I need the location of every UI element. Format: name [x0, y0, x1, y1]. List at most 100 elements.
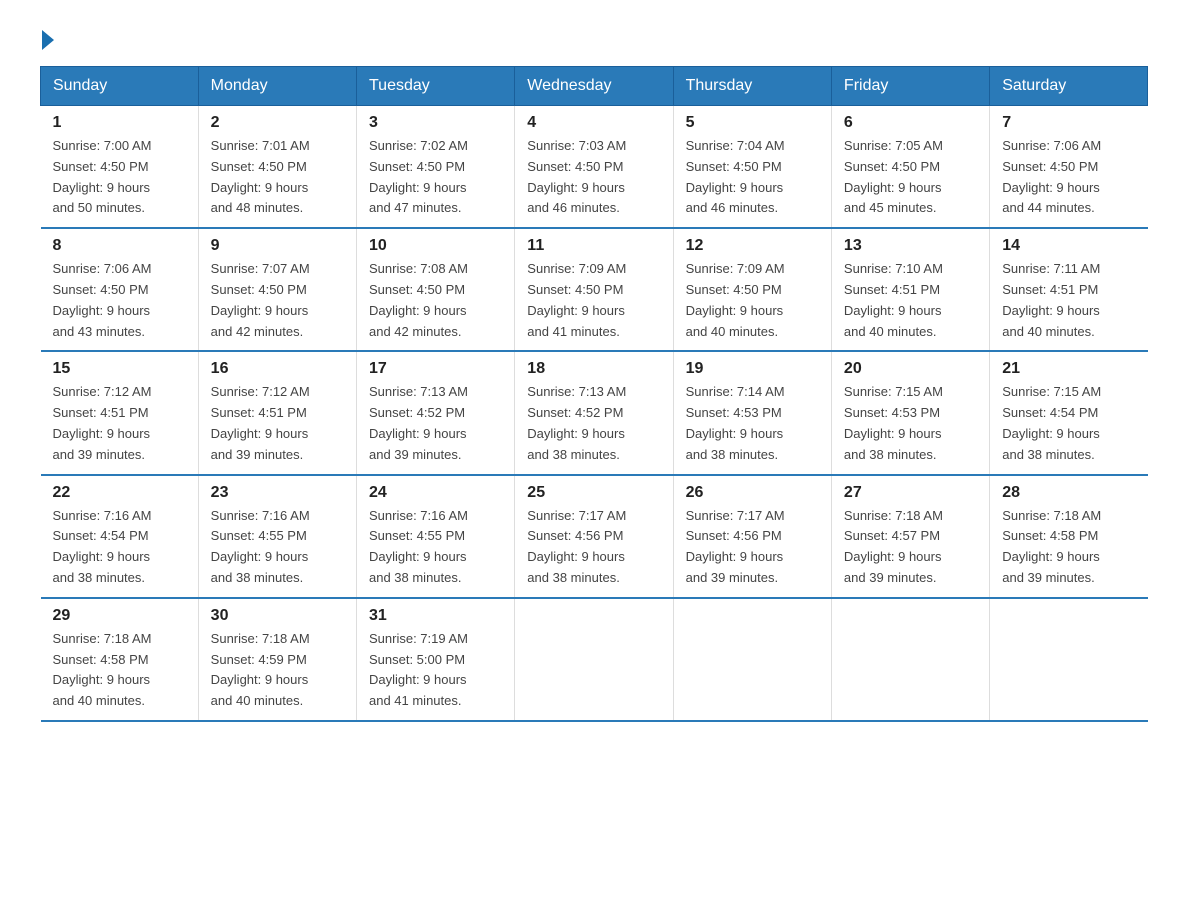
day-number: 19	[686, 360, 819, 378]
day-info: Sunrise: 7:06 AMSunset: 4:50 PMDaylight:…	[1002, 136, 1135, 219]
day-cell: 31 Sunrise: 7:19 AMSunset: 5:00 PMDayligh…	[356, 598, 514, 721]
day-cell: 3 Sunrise: 7:02 AMSunset: 4:50 PMDaylight…	[356, 106, 514, 229]
day-number: 30	[211, 607, 344, 625]
day-info: Sunrise: 7:06 AMSunset: 4:50 PMDaylight:…	[53, 259, 186, 342]
day-number: 17	[369, 360, 502, 378]
header-cell-wednesday: Wednesday	[515, 67, 673, 106]
day-number: 22	[53, 484, 186, 502]
day-number: 28	[1002, 484, 1135, 502]
day-number: 8	[53, 237, 186, 255]
day-number: 29	[53, 607, 186, 625]
day-cell: 22 Sunrise: 7:16 AMSunset: 4:54 PMDayligh…	[41, 475, 199, 598]
day-info: Sunrise: 7:18 AMSunset: 4:57 PMDaylight:…	[844, 506, 977, 589]
day-number: 7	[1002, 114, 1135, 132]
day-cell: 25 Sunrise: 7:17 AMSunset: 4:56 PMDayligh…	[515, 475, 673, 598]
day-cell: 1Sunrise: 7:00 AMSunset: 4:50 PMDaylight…	[41, 106, 199, 229]
header-cell-friday: Friday	[831, 67, 989, 106]
day-cell: 2 Sunrise: 7:01 AMSunset: 4:50 PMDaylight…	[198, 106, 356, 229]
week-row-2: 8 Sunrise: 7:06 AMSunset: 4:50 PMDaylight…	[41, 228, 1148, 351]
day-number: 2	[211, 114, 344, 132]
day-number: 4	[527, 114, 660, 132]
day-info: Sunrise: 7:03 AMSunset: 4:50 PMDaylight:…	[527, 136, 660, 219]
week-row-5: 29 Sunrise: 7:18 AMSunset: 4:58 PMDayligh…	[41, 598, 1148, 721]
day-cell: 10 Sunrise: 7:08 AMSunset: 4:50 PMDayligh…	[356, 228, 514, 351]
logo-triangle-icon	[42, 30, 54, 50]
day-cell: 26Sunrise: 7:17 AMSunset: 4:56 PMDayligh…	[673, 475, 831, 598]
day-info: Sunrise: 7:13 AMSunset: 4:52 PMDaylight:…	[527, 382, 660, 465]
day-info: Sunrise: 7:16 AMSunset: 4:55 PMDaylight:…	[369, 506, 502, 589]
day-number: 21	[1002, 360, 1135, 378]
calendar-header: SundayMondayTuesdayWednesdayThursdayFrid…	[41, 67, 1148, 106]
day-cell: 12 Sunrise: 7:09 AMSunset: 4:50 PMDayligh…	[673, 228, 831, 351]
day-number: 27	[844, 484, 977, 502]
day-info: Sunrise: 7:17 AMSunset: 4:56 PMDaylight:…	[527, 506, 660, 589]
day-info: Sunrise: 7:05 AMSunset: 4:50 PMDaylight:…	[844, 136, 977, 219]
day-info: Sunrise: 7:10 AMSunset: 4:51 PMDaylight:…	[844, 259, 977, 342]
day-cell: 14 Sunrise: 7:11 AMSunset: 4:51 PMDayligh…	[990, 228, 1148, 351]
day-number: 13	[844, 237, 977, 255]
week-row-4: 22 Sunrise: 7:16 AMSunset: 4:54 PMDayligh…	[41, 475, 1148, 598]
day-cell: 8 Sunrise: 7:06 AMSunset: 4:50 PMDaylight…	[41, 228, 199, 351]
day-cell: 16Sunrise: 7:12 AMSunset: 4:51 PMDayligh…	[198, 351, 356, 474]
day-number: 15	[53, 360, 186, 378]
day-number: 31	[369, 607, 502, 625]
day-info: Sunrise: 7:16 AMSunset: 4:55 PMDaylight:…	[211, 506, 344, 589]
day-info: Sunrise: 7:09 AMSunset: 4:50 PMDaylight:…	[527, 259, 660, 342]
day-info: Sunrise: 7:19 AMSunset: 5:00 PMDaylight:…	[369, 629, 502, 712]
day-number: 18	[527, 360, 660, 378]
day-cell: 19 Sunrise: 7:14 AMSunset: 4:53 PMDayligh…	[673, 351, 831, 474]
day-cell: 18 Sunrise: 7:13 AMSunset: 4:52 PMDayligh…	[515, 351, 673, 474]
day-info: Sunrise: 7:09 AMSunset: 4:50 PMDaylight:…	[686, 259, 819, 342]
logo-text	[40, 30, 56, 50]
day-cell: 7 Sunrise: 7:06 AMSunset: 4:50 PMDaylight…	[990, 106, 1148, 229]
day-number: 5	[686, 114, 819, 132]
day-info: Sunrise: 7:08 AMSunset: 4:50 PMDaylight:…	[369, 259, 502, 342]
day-info: Sunrise: 7:11 AMSunset: 4:51 PMDaylight:…	[1002, 259, 1135, 342]
day-number: 11	[527, 237, 660, 255]
day-cell	[831, 598, 989, 721]
day-number: 25	[527, 484, 660, 502]
day-info: Sunrise: 7:16 AMSunset: 4:54 PMDaylight:…	[53, 506, 186, 589]
day-info: Sunrise: 7:13 AMSunset: 4:52 PMDaylight:…	[369, 382, 502, 465]
day-info: Sunrise: 7:18 AMSunset: 4:58 PMDaylight:…	[1002, 506, 1135, 589]
header-cell-saturday: Saturday	[990, 67, 1148, 106]
day-number: 24	[369, 484, 502, 502]
day-cell: 27 Sunrise: 7:18 AMSunset: 4:57 PMDayligh…	[831, 475, 989, 598]
logo	[40, 30, 56, 46]
day-cell: 9Sunrise: 7:07 AMSunset: 4:50 PMDaylight…	[198, 228, 356, 351]
day-info: Sunrise: 7:07 AMSunset: 4:50 PMDaylight:…	[211, 259, 344, 342]
day-number: 23	[211, 484, 344, 502]
day-cell	[515, 598, 673, 721]
day-cell: 13 Sunrise: 7:10 AMSunset: 4:51 PMDayligh…	[831, 228, 989, 351]
day-cell: 20 Sunrise: 7:15 AMSunset: 4:53 PMDayligh…	[831, 351, 989, 474]
day-cell: 17 Sunrise: 7:13 AMSunset: 4:52 PMDayligh…	[356, 351, 514, 474]
header-row: SundayMondayTuesdayWednesdayThursdayFrid…	[41, 67, 1148, 106]
day-number: 6	[844, 114, 977, 132]
day-info: Sunrise: 7:01 AMSunset: 4:50 PMDaylight:…	[211, 136, 344, 219]
day-info: Sunrise: 7:00 AMSunset: 4:50 PMDaylight:…	[53, 136, 186, 219]
day-cell: 15Sunrise: 7:12 AMSunset: 4:51 PMDayligh…	[41, 351, 199, 474]
day-info: Sunrise: 7:14 AMSunset: 4:53 PMDaylight:…	[686, 382, 819, 465]
day-cell: 24 Sunrise: 7:16 AMSunset: 4:55 PMDayligh…	[356, 475, 514, 598]
day-info: Sunrise: 7:02 AMSunset: 4:50 PMDaylight:…	[369, 136, 502, 219]
day-cell: 30 Sunrise: 7:18 AMSunset: 4:59 PMDayligh…	[198, 598, 356, 721]
day-cell: 29 Sunrise: 7:18 AMSunset: 4:58 PMDayligh…	[41, 598, 199, 721]
week-row-1: 1Sunrise: 7:00 AMSunset: 4:50 PMDaylight…	[41, 106, 1148, 229]
day-info: Sunrise: 7:04 AMSunset: 4:50 PMDaylight:…	[686, 136, 819, 219]
day-number: 20	[844, 360, 977, 378]
day-cell	[673, 598, 831, 721]
day-info: Sunrise: 7:15 AMSunset: 4:54 PMDaylight:…	[1002, 382, 1135, 465]
day-info: Sunrise: 7:18 AMSunset: 4:59 PMDaylight:…	[211, 629, 344, 712]
day-number: 14	[1002, 237, 1135, 255]
day-cell: 11 Sunrise: 7:09 AMSunset: 4:50 PMDayligh…	[515, 228, 673, 351]
day-number: 12	[686, 237, 819, 255]
day-cell: 21 Sunrise: 7:15 AMSunset: 4:54 PMDayligh…	[990, 351, 1148, 474]
week-row-3: 15Sunrise: 7:12 AMSunset: 4:51 PMDayligh…	[41, 351, 1148, 474]
day-info: Sunrise: 7:18 AMSunset: 4:58 PMDaylight:…	[53, 629, 186, 712]
day-cell: 28 Sunrise: 7:18 AMSunset: 4:58 PMDayligh…	[990, 475, 1148, 598]
day-info: Sunrise: 7:15 AMSunset: 4:53 PMDaylight:…	[844, 382, 977, 465]
day-number: 10	[369, 237, 502, 255]
day-number: 26	[686, 484, 819, 502]
day-number: 3	[369, 114, 502, 132]
day-cell: 4 Sunrise: 7:03 AMSunset: 4:50 PMDaylight…	[515, 106, 673, 229]
